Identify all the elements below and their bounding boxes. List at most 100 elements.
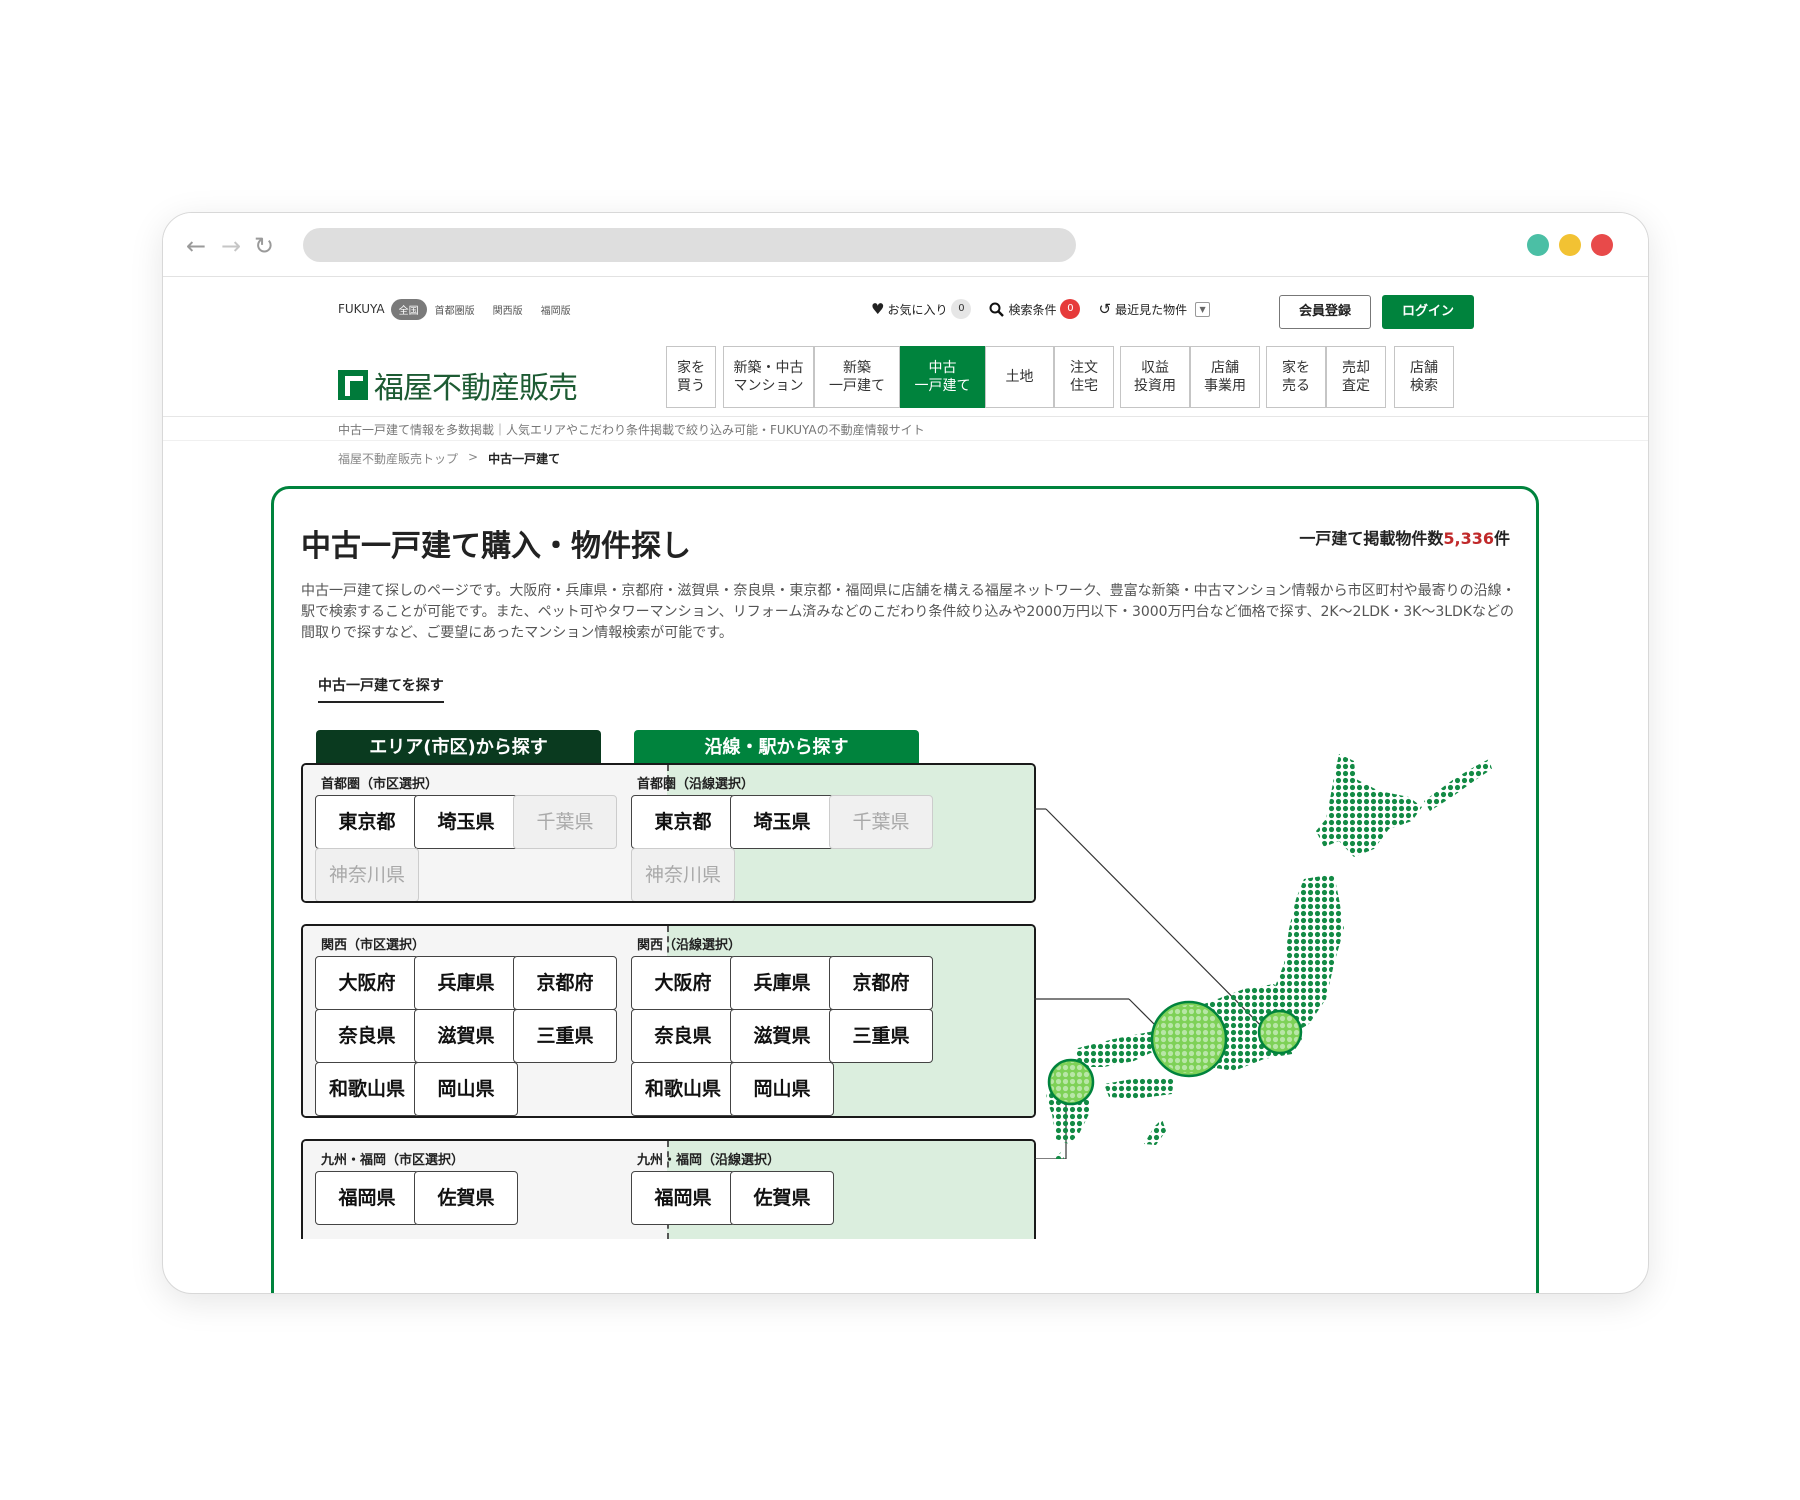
area-button-tokyo[interactable]: 東京都 xyxy=(315,795,419,849)
panel-line-label: 関西（沿線選択） xyxy=(637,938,742,953)
reload-icon[interactable]: ↻ xyxy=(251,233,277,259)
nav-investment[interactable]: 収益 投資用 xyxy=(1120,346,1190,408)
panel-kansai: 関西（市区選択） 関西（沿線選択） 大阪府 兵庫県 京都府 奈良県 滋賀県 三重… xyxy=(301,924,1036,1118)
window-dot-yellow[interactable] xyxy=(1559,234,1581,256)
area-button-hyogo[interactable]: 兵庫県 xyxy=(414,956,518,1010)
area-button-shiga[interactable]: 滋賀県 xyxy=(414,1009,518,1063)
area-button-wakayama[interactable]: 和歌山県 xyxy=(315,1062,419,1116)
favorites-count: 0 xyxy=(951,299,972,319)
edition-kansai[interactable]: 関西版 xyxy=(493,302,523,317)
favorites-link[interactable]: ♥ お気に入り 0 xyxy=(871,299,972,319)
listing-count-value: 5,336 xyxy=(1443,529,1494,548)
line-button-chiba: 千葉県 xyxy=(829,795,933,849)
panel-kyushu: 九州・福岡（市区選択） 九州・福岡（沿線選択） 福岡県 佐賀県 福岡県 佐賀県 xyxy=(301,1139,1036,1239)
heart-icon: ♥ xyxy=(871,300,885,318)
forward-arrow-icon[interactable]: → xyxy=(218,233,244,259)
line-button-okayama[interactable]: 岡山県 xyxy=(730,1062,834,1116)
main-nav-group-2: 新築・中古 マンション 新築 一戸建て 中古 一戸建て 土地 注文 住宅 xyxy=(723,346,1114,408)
nav-store-search[interactable]: 店舗 検索 xyxy=(1394,346,1454,408)
tab-line-search[interactable]: 沿線・駅から探す xyxy=(634,730,919,766)
area-button-chiba: 千葉県 xyxy=(513,795,617,849)
panel-line-label: 九州・福岡（沿線選択） xyxy=(637,1153,781,1168)
line-button-saga[interactable]: 佐賀県 xyxy=(730,1171,834,1225)
site-page: FUKUYA 全国 首都圏版 関西版 福岡版 ♥ お気に入り 0 検索条件 0 … xyxy=(163,277,1648,1293)
area-button-mie[interactable]: 三重県 xyxy=(513,1009,617,1063)
line-button-mie[interactable]: 三重県 xyxy=(829,1009,933,1063)
line-button-tokyo[interactable]: 東京都 xyxy=(631,795,735,849)
main-nav-group-5: 店舗 検索 xyxy=(1394,346,1454,408)
listing-count-suffix: 件 xyxy=(1493,529,1510,548)
logo-text: 福屋不動産販売 xyxy=(374,371,578,406)
nav-sell-home[interactable]: 家を 売る xyxy=(1266,346,1326,408)
edition-national[interactable]: 全国 xyxy=(390,298,427,320)
nav-custom-house[interactable]: 注文 住宅 xyxy=(1054,346,1114,408)
util-brand: FUKUYA xyxy=(338,302,385,316)
area-button-kyoto[interactable]: 京都府 xyxy=(513,956,617,1010)
breadcrumb-separator: > xyxy=(468,450,479,464)
breadcrumb-home[interactable]: 福屋不動産販売トップ xyxy=(338,450,458,467)
panel-area-label: 首都圏（市区選択） xyxy=(321,777,439,792)
listing-count: 一戸建て掲載物件数5,336件 xyxy=(1299,525,1510,549)
back-arrow-icon[interactable]: ← xyxy=(183,233,209,259)
area-button-saga[interactable]: 佐賀県 xyxy=(414,1171,518,1225)
area-button-saitama[interactable]: 埼玉県 xyxy=(414,795,518,849)
line-button-saitama[interactable]: 埼玉県 xyxy=(730,795,834,849)
recent-link[interactable]: ↺ 最近見た物件 ▼ xyxy=(1098,300,1211,318)
nav-appraisal[interactable]: 売却 査定 xyxy=(1326,346,1386,408)
tagline-divider xyxy=(163,440,1648,441)
address-bar[interactable] xyxy=(303,228,1076,262)
line-button-wakayama[interactable]: 和歌山県 xyxy=(631,1062,735,1116)
main-nav-group-1: 家を 買う xyxy=(666,346,716,408)
edition-fukuoka[interactable]: 福岡版 xyxy=(541,302,571,317)
browser-toolbar: ← → ↻ xyxy=(163,213,1648,277)
register-button[interactable]: 会員登録 xyxy=(1279,295,1371,329)
nav-mansion[interactable]: 新築・中古 マンション xyxy=(723,346,814,408)
line-button-fukuoka[interactable]: 福岡県 xyxy=(631,1171,735,1225)
site-tagline: 中古一戸建て情報を多数掲載｜人気エリアやこだわり条件掲載で絞り込み可能・FUKU… xyxy=(338,423,925,437)
tab-area-search[interactable]: エリア(市区)から探す xyxy=(316,730,601,766)
page-title: 中古一戸建て購入・物件探し xyxy=(301,529,691,564)
search-conditions-count: 0 xyxy=(1060,299,1081,319)
area-button-okayama[interactable]: 岡山県 xyxy=(414,1062,518,1116)
browser-window: ← → ↻ FUKUYA 全国 首都圏版 関西版 福岡版 ♥ お気に入り 0 検… xyxy=(162,212,1649,1294)
panel-line-label: 首都圏（沿線選択） xyxy=(637,777,755,792)
chevron-down-icon[interactable]: ▼ xyxy=(1195,301,1211,317)
breadcrumb: 福屋不動産販売トップ > 中古一戸建て xyxy=(338,450,560,467)
nav-buy-home[interactable]: 家を 買う xyxy=(666,346,716,408)
search-conditions-label: 検索条件 xyxy=(1008,302,1057,317)
line-button-shiga[interactable]: 滋賀県 xyxy=(730,1009,834,1063)
recent-label: 最近見た物件 xyxy=(1115,302,1188,317)
nav-used-house[interactable]: 中古 一戸建て xyxy=(900,346,985,408)
edition-switcher: FUKUYA 全国 首都圏版 関西版 福岡版 xyxy=(338,295,589,323)
favorites-label: お気に入り xyxy=(887,302,948,317)
edition-shutoken[interactable]: 首都圏版 xyxy=(435,302,475,317)
nav-commercial[interactable]: 店舗 事業用 xyxy=(1190,346,1260,408)
window-dot-red[interactable] xyxy=(1591,234,1613,256)
breadcrumb-current: 中古一戸建て xyxy=(488,452,561,466)
section-title: 中古一戸建てを探す xyxy=(318,675,444,703)
main-nav-group-3: 収益 投資用 店舗 事業用 xyxy=(1120,346,1260,408)
login-button[interactable]: ログイン xyxy=(1382,295,1474,329)
line-button-kyoto[interactable]: 京都府 xyxy=(829,956,933,1010)
listing-count-prefix: 一戸建て掲載物件数 xyxy=(1299,529,1444,548)
line-button-osaka[interactable]: 大阪府 xyxy=(631,956,735,1010)
panel-area-label: 関西（市区選択） xyxy=(321,938,426,953)
line-button-kanagawa: 神奈川県 xyxy=(631,848,735,901)
area-button-nara[interactable]: 奈良県 xyxy=(315,1009,419,1063)
area-button-osaka[interactable]: 大阪府 xyxy=(315,956,419,1010)
header-divider xyxy=(163,416,1648,417)
area-button-fukuoka[interactable]: 福岡県 xyxy=(315,1171,419,1225)
nav-land[interactable]: 土地 xyxy=(985,346,1054,408)
logo-mark-icon xyxy=(338,370,368,400)
line-button-hyogo[interactable]: 兵庫県 xyxy=(730,956,834,1010)
panel-shutoken: 首都圏（市区選択） 首都圏（沿線選択） 東京都 埼玉県 千葉県 神奈川県 東京都… xyxy=(301,763,1036,903)
panel-area-label: 九州・福岡（市区選択） xyxy=(321,1153,465,1168)
nav-new-house[interactable]: 新築 一戸建て xyxy=(814,346,900,408)
window-dot-green[interactable] xyxy=(1527,234,1549,256)
main-nav-group-4: 家を 売る 売却 査定 xyxy=(1266,346,1386,408)
line-button-nara[interactable]: 奈良県 xyxy=(631,1009,735,1063)
page-description: 中古一戸建て探しのページです。大阪府・兵庫県・京都府・滋賀県・奈良県・東京都・福… xyxy=(301,583,1516,641)
util-links: ♥ お気に入り 0 検索条件 0 ↺ 最近見た物件 ▼ xyxy=(871,295,1228,323)
site-logo[interactable]: 福屋不動産販売 xyxy=(338,363,578,407)
search-conditions-link[interactable]: 検索条件 0 xyxy=(989,299,1081,319)
